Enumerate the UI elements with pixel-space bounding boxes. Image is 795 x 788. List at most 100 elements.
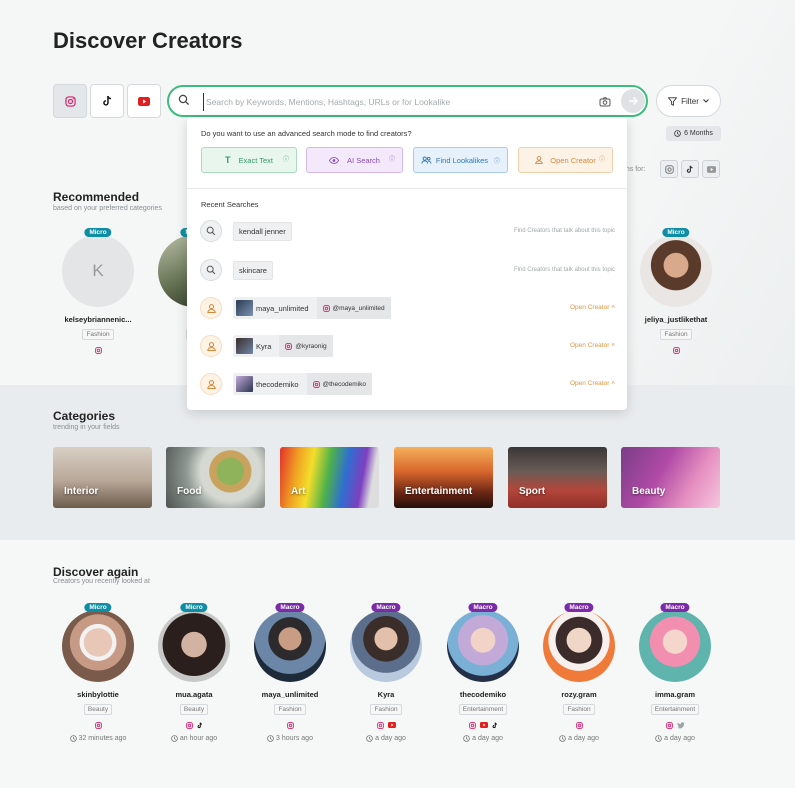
instagram-icon <box>575 721 583 729</box>
find-lookalikes-button[interactable]: Find Lookalikes ⓘ <box>413 147 508 173</box>
chevron-up-icon: ˄ <box>611 380 615 387</box>
user-icon <box>535 156 544 164</box>
category-tag: Fashion <box>370 704 402 715</box>
category-label: Interior <box>64 486 99 497</box>
tier-badge: Micro <box>180 603 208 612</box>
ai-search-button[interactable]: AI Search ⓘ <box>306 147 403 173</box>
suggestions-instagram-button[interactable] <box>660 160 678 178</box>
recent-creator-card[interactable]: Micro mua.agata Beauty an hour ago <box>146 603 242 742</box>
open-creator-link[interactable]: Open Creator ˄ <box>570 342 615 349</box>
youtube-button[interactable] <box>127 84 161 118</box>
help-icon[interactable]: ⓘ <box>283 154 289 163</box>
creator-handle: @maya_unlimited <box>332 304 385 312</box>
tiktok-icon <box>492 722 498 729</box>
avatar <box>158 610 230 682</box>
clock-icon <box>366 735 373 742</box>
avatar <box>543 610 615 682</box>
search-term-chip: kendall jenner <box>233 222 292 241</box>
recent-creator-card[interactable]: Macro imma.gram Entertainment a day ago <box>627 603 723 742</box>
category-label: Beauty <box>632 486 666 497</box>
help-icon[interactable]: ⓘ <box>494 156 500 165</box>
avatar <box>254 610 326 682</box>
recommended-card[interactable]: Micro jeliya_justlikethat Fashion <box>628 228 724 354</box>
recent-creator-row[interactable]: Kyra @kyraonig Open Creator ˄ <box>200 335 615 357</box>
exact-text-button[interactable]: T Exact Text ⓘ <box>201 147 297 173</box>
filter-icon <box>668 96 678 106</box>
help-icon[interactable]: ⓘ <box>599 154 605 163</box>
clock-icon <box>559 735 566 742</box>
recent-creator-card[interactable]: Macro Kyra Fashion a day ago <box>338 603 434 742</box>
recent-creator-card[interactable]: Macro rozy.gram Fashion a day ago <box>531 603 627 742</box>
recommended-title: Recommended <box>53 190 140 204</box>
tier-badge: Macro <box>564 603 594 612</box>
creator-name: skinbylottie <box>77 690 119 699</box>
period-selector[interactable]: 6 Months <box>666 126 721 141</box>
clock-icon <box>267 735 274 742</box>
categories-title: Categories <box>53 409 116 423</box>
category-art[interactable]: Art <box>280 447 379 508</box>
category-interior[interactable]: Interior <box>53 447 152 508</box>
filter-button[interactable]: Filter <box>656 85 721 117</box>
avatar <box>62 610 134 682</box>
search-icon <box>178 94 190 106</box>
creator-name: Kyra <box>256 341 272 351</box>
avatar <box>350 610 422 682</box>
search-icon <box>200 220 222 242</box>
instagram-icon <box>664 164 674 174</box>
instagram-icon <box>94 721 102 729</box>
text-icon: T <box>225 155 231 165</box>
instagram-icon <box>672 346 680 354</box>
search-dropdown: Do you want to use an advanced search mo… <box>187 117 627 410</box>
open-creator-link[interactable]: Open Creator ˄ <box>570 380 615 387</box>
recent-creator-card[interactable]: Macro maya_unlimited Fashion 3 hours ago <box>242 603 338 742</box>
tier-badge: Micro <box>84 603 112 612</box>
tiktok-button[interactable] <box>90 84 124 118</box>
last-viewed-time: a day ago <box>472 735 503 742</box>
discover-again-title: Discover again <box>53 565 139 579</box>
recent-creator-row[interactable]: thecodemiko @thecodemiko Open Creator ˄ <box>200 373 615 395</box>
creator-thumbnail <box>236 338 253 354</box>
suggestions-tiktok-button[interactable] <box>681 160 699 178</box>
suggestions-youtube-button[interactable] <box>702 160 720 178</box>
creator-name: Kyra <box>377 690 395 699</box>
open-creator-label: Open Creator <box>570 380 610 387</box>
tier-badge: Micro <box>84 228 112 237</box>
arrow-right-icon <box>628 96 639 106</box>
help-icon[interactable]: ⓘ <box>389 154 395 163</box>
mode-label: Find Lookalikes <box>435 155 489 165</box>
recent-creator-card[interactable]: Micro skinbylottie Beauty 32 minutes ago <box>50 603 146 742</box>
category-tag: Entertainment <box>458 704 508 715</box>
last-viewed-time: a day ago <box>375 735 406 742</box>
category-beauty[interactable]: Beauty <box>621 447 720 508</box>
row-hint: Find Creators that talk about this topic <box>513 228 615 234</box>
instagram-button[interactable] <box>53 84 87 118</box>
recommended-card[interactable]: Micro K kelseybriannenic... Fashion <box>50 228 146 354</box>
tiktok-icon <box>197 722 203 729</box>
avatar <box>639 610 711 682</box>
open-creator-label: Open Creator <box>570 304 610 311</box>
tiktok-icon <box>102 95 113 107</box>
search-input[interactable] <box>203 93 583 111</box>
category-sport[interactable]: Sport <box>508 447 607 508</box>
category-food[interactable]: Food <box>166 447 265 508</box>
search-icon <box>200 259 222 281</box>
clock-icon <box>674 130 681 137</box>
creator-name: mua.agata <box>175 690 213 699</box>
avatar <box>640 235 712 307</box>
recent-creator-row[interactable]: maya_unlimited @maya_unlimited Open Crea… <box>200 297 615 319</box>
recent-search-row[interactable]: skincare Find Creators that talk about t… <box>200 259 615 281</box>
open-creator-link[interactable]: Open Creator ˄ <box>570 304 615 311</box>
search-submit-button[interactable] <box>621 89 645 113</box>
recent-search-row[interactable]: kendall jenner Find Creators that talk a… <box>200 220 615 242</box>
tier-badge: Micro <box>662 228 690 237</box>
divider <box>187 188 627 189</box>
camera-icon[interactable] <box>596 93 614 111</box>
recent-creator-card[interactable]: Macro thecodemiko Entertainment a day ag… <box>435 603 531 742</box>
category-entertainment[interactable]: Entertainment <box>394 447 493 508</box>
twitter-icon <box>676 721 685 729</box>
youtube-icon <box>387 722 396 728</box>
creator-name: kelseybriannenic... <box>64 315 132 324</box>
open-creator-button[interactable]: Open Creator ⓘ <box>518 147 613 173</box>
category-label: Food <box>177 486 202 497</box>
avatar-initial: K <box>92 261 104 280</box>
